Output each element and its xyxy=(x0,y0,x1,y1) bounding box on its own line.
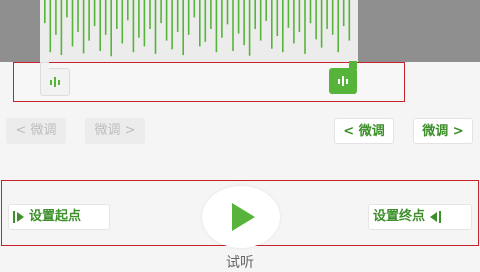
waveform-bar xyxy=(342,0,345,27)
waveform-bar xyxy=(331,0,334,35)
waveform-bar xyxy=(143,0,146,47)
set-start-button[interactable]: 设置起点 xyxy=(8,204,110,230)
waveform-bar xyxy=(348,0,351,41)
set-end-label: 设置终点 xyxy=(373,209,426,224)
waveform-bar xyxy=(93,0,96,27)
set-start-label: 设置起点 xyxy=(29,209,82,224)
waveform-bar xyxy=(237,0,240,34)
waveform-bar xyxy=(276,0,279,36)
end-marker-icon xyxy=(430,210,442,223)
waveform-bar xyxy=(121,0,124,44)
end-marker-handle[interactable] xyxy=(329,61,357,94)
waveform-bar xyxy=(232,0,234,51)
waveform-bar xyxy=(99,0,101,51)
waveform-bar xyxy=(187,0,190,35)
waveform-bar xyxy=(160,0,162,24)
waveform-bar xyxy=(298,0,301,32)
preview-label: 试听 xyxy=(226,255,254,271)
waveform-bar xyxy=(77,0,79,32)
start-marker-handle[interactable] xyxy=(40,62,70,96)
waveform-bar xyxy=(243,0,245,46)
waveform-bar xyxy=(293,0,295,44)
waveform-bar xyxy=(182,0,184,56)
waveform-area[interactable] xyxy=(0,0,480,62)
waveform-bar xyxy=(44,0,46,24)
end-fine-tune-forward-button[interactable]: 微调 > xyxy=(413,118,473,144)
waveform-bar xyxy=(71,0,74,47)
waveform-bar xyxy=(55,0,57,35)
waveform-bar xyxy=(176,0,179,32)
waveform-bar xyxy=(304,0,306,54)
waveform-bar xyxy=(132,0,135,53)
waveform-bar xyxy=(66,0,68,18)
play-icon xyxy=(232,203,255,231)
waveform-bar xyxy=(127,0,129,21)
waveform-bar xyxy=(82,0,85,54)
waveform-bar xyxy=(265,0,267,21)
start-fine-tune-back-button[interactable]: < 微调 xyxy=(6,118,66,144)
waveform-bar xyxy=(320,0,323,48)
waveform-bar xyxy=(193,0,196,18)
waveform-bar xyxy=(88,0,90,41)
end-fine-tune-back-button[interactable]: < 微调 xyxy=(334,118,394,144)
waveform-bar xyxy=(337,0,339,53)
waveform-bar xyxy=(248,0,251,56)
waveform-bar xyxy=(204,0,207,42)
waveform-bar xyxy=(165,0,168,41)
waveform-icon xyxy=(50,77,60,87)
waveform-bar xyxy=(110,0,112,57)
watermark xyxy=(388,248,480,270)
waveform-bar xyxy=(309,0,312,24)
waveform-bar xyxy=(138,0,140,38)
waveform-bar xyxy=(254,0,256,29)
play-button[interactable] xyxy=(202,186,280,248)
waveform-bar xyxy=(315,0,317,40)
waveform-bar xyxy=(287,0,290,28)
waveform-bar xyxy=(171,0,173,50)
waveform-bar xyxy=(221,0,223,38)
waveform-bar xyxy=(60,0,63,56)
marker-track xyxy=(13,61,405,102)
waveform-bar xyxy=(282,0,284,53)
waveform-bar xyxy=(226,0,229,25)
waveform xyxy=(44,0,351,57)
waveform-icon xyxy=(338,76,348,86)
waveform-bar xyxy=(116,0,118,29)
waveform-bar xyxy=(271,0,273,49)
waveform-bar xyxy=(215,0,218,53)
waveform-bar xyxy=(49,0,52,53)
waveform-bar xyxy=(149,0,151,29)
start-marker-icon xyxy=(13,210,24,223)
waveform-bar xyxy=(210,0,212,29)
set-end-button[interactable]: 设置终点 xyxy=(368,204,472,230)
waveform-bar xyxy=(154,0,157,54)
waveform-bar xyxy=(326,0,328,29)
start-fine-tune-forward-button[interactable]: 微调 > xyxy=(85,118,145,144)
waveform-bar xyxy=(259,0,262,41)
waveform-bar xyxy=(104,0,107,35)
waveform-bar xyxy=(199,0,201,47)
